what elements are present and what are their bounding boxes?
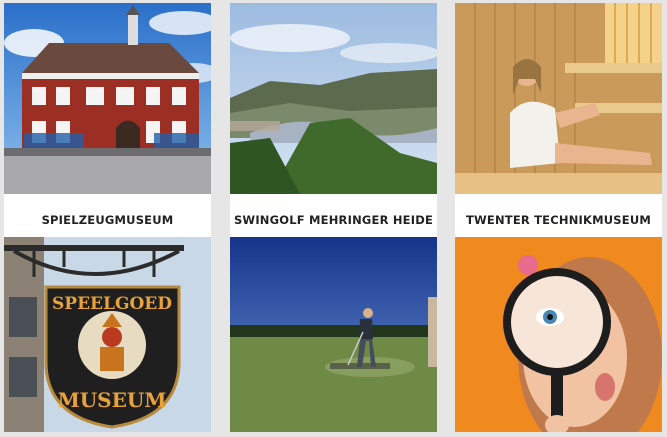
valley-landscape-image[interactable]: [230, 3, 437, 194]
tile-label[interactable]: TWENTER TECHNIKMUSEUM: [455, 203, 662, 237]
tile-label[interactable]: SWINGOLF MEHRINGER HEIDE: [230, 203, 437, 237]
tile-technikmuseum[interactable]: TWENTER TECHNIKMUSEUM: [455, 3, 662, 237]
museum-sign-image[interactable]: SPEELGOED MUSEUM: [4, 237, 211, 432]
tile-golfer[interactable]: [230, 237, 437, 432]
tile-spielzeugmuseum[interactable]: SPIELZEUGMUSEUM: [4, 3, 211, 237]
attraction-grid: SPIELZEUGMUSEUM SWINGOLF MEHRINGER HEIDE…: [0, 0, 667, 437]
tile-label[interactable]: SPIELZEUGMUSEUM: [4, 203, 211, 237]
tile-swingolf[interactable]: SWINGOLF MEHRINGER HEIDE: [230, 3, 437, 237]
museum-building-image[interactable]: [4, 3, 211, 194]
sauna-image[interactable]: [455, 3, 662, 194]
tile-magnifying-girl[interactable]: [455, 237, 662, 432]
sign-top-text: SPEELGOED: [52, 294, 172, 314]
sign-bottom-text: MUSEUM: [58, 388, 167, 412]
tile-speelgoed-museum[interactable]: SPEELGOED MUSEUM: [4, 237, 211, 432]
girl-magnifier-image[interactable]: [455, 237, 662, 432]
golfer-image[interactable]: [230, 237, 437, 432]
